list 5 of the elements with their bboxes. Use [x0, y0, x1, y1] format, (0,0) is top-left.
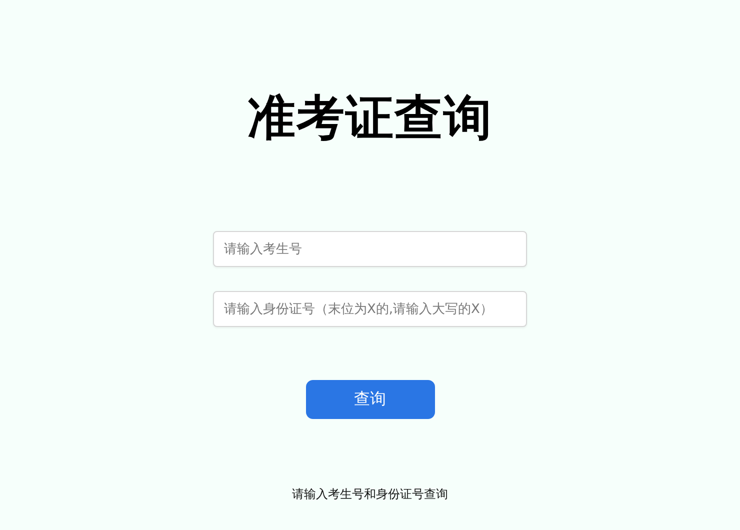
hint-text: 请输入考生号和身份证号查询 [292, 486, 448, 503]
page-title: 准考证查询 [248, 89, 492, 148]
input-field[interactable]: 请输入身份证号（末位为X的,请输入大写的X） [213, 291, 527, 327]
input-field[interactable]: 请输入考生号 [213, 231, 527, 267]
search-button[interactable]: 查询 [306, 380, 434, 419]
